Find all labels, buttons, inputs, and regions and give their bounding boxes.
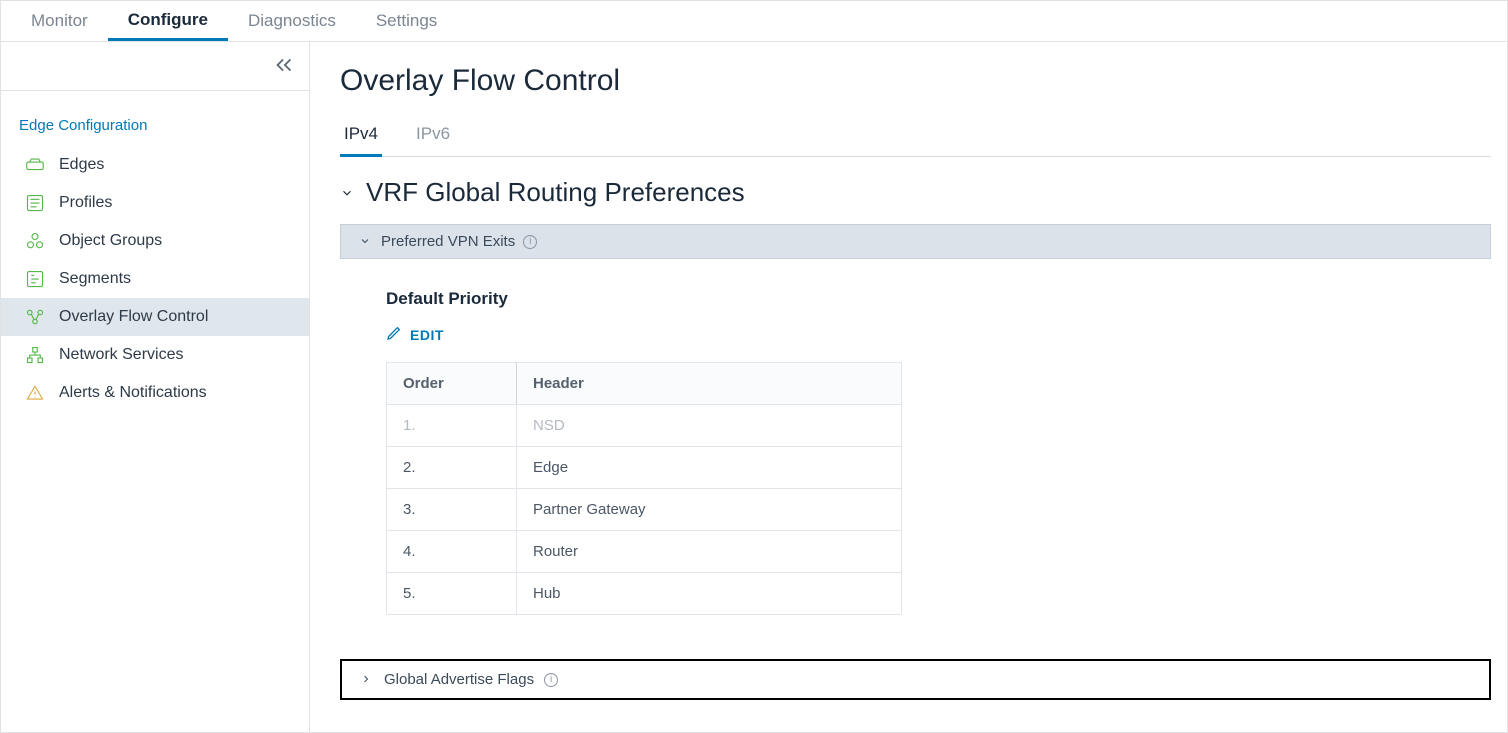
sidebar-item-network-services[interactable]: Network Services — [1, 336, 309, 374]
network-services-icon — [25, 346, 45, 364]
edit-label: EDIT — [410, 327, 444, 343]
cell-header: Router — [517, 531, 902, 573]
sidebar-item-overlay-flow-control[interactable]: Overlay Flow Control — [1, 298, 309, 336]
tab-configure[interactable]: Configure — [108, 1, 228, 41]
sidebar-item-segments[interactable]: Segments — [1, 260, 309, 298]
priority-table: Order Header 1. NSD 2. Edge — [386, 362, 902, 615]
table-row: 3. Partner Gateway — [387, 489, 902, 531]
preferred-vpn-exits-content: Default Priority EDIT Order Header — [340, 259, 1491, 635]
cell-order: 1. — [387, 405, 517, 447]
info-icon[interactable]: i — [523, 235, 537, 249]
default-priority-label: Default Priority — [386, 289, 1445, 309]
table-row: 1. NSD — [387, 405, 902, 447]
global-advertise-flags-panel-header[interactable]: Global Advertise Flags i — [340, 659, 1491, 700]
panel-title: Global Advertise Flags — [384, 671, 534, 688]
sidebar-item-label: Object Groups — [59, 232, 162, 250]
sidebar-item-label: Alerts & Notifications — [59, 384, 207, 402]
sidebar: Edge Configuration Edges Profiles Object… — [1, 42, 310, 732]
cell-header: Partner Gateway — [517, 489, 902, 531]
tab-monitor[interactable]: Monitor — [11, 1, 108, 41]
overlay-flow-icon — [25, 308, 45, 326]
cell-header: Hub — [517, 573, 902, 615]
segments-icon — [25, 270, 45, 288]
sidebar-item-label: Edges — [59, 156, 104, 174]
tab-ipv4[interactable]: IPv4 — [340, 116, 382, 157]
edges-icon — [25, 158, 45, 172]
sidebar-item-label: Overlay Flow Control — [59, 308, 208, 326]
tab-ipv6[interactable]: IPv6 — [412, 116, 454, 156]
alerts-icon — [25, 384, 45, 402]
cell-order: 4. — [387, 531, 517, 573]
chevron-right-icon — [360, 673, 374, 687]
main-content: Overlay Flow Control IPv4 IPv6 VRF Globa… — [310, 42, 1507, 732]
edit-button[interactable]: EDIT — [386, 325, 444, 344]
cell-order: 2. — [387, 447, 517, 489]
panel-title: Preferred VPN Exits — [381, 233, 515, 250]
sidebar-item-object-groups[interactable]: Object Groups — [1, 222, 309, 260]
sidebar-item-label: Network Services — [59, 346, 183, 364]
table-row: 4. Router — [387, 531, 902, 573]
col-order: Order — [387, 363, 517, 405]
page-title: Overlay Flow Control — [340, 64, 1491, 98]
collapse-sidebar-icon[interactable] — [273, 54, 295, 81]
object-groups-icon — [25, 232, 45, 250]
chevron-down-icon — [340, 186, 354, 200]
table-row: 5. Hub — [387, 573, 902, 615]
tab-settings[interactable]: Settings — [356, 1, 457, 41]
cell-order: 3. — [387, 489, 517, 531]
sidebar-item-label: Profiles — [59, 194, 112, 212]
preferred-vpn-exits-panel-header[interactable]: Preferred VPN Exits i — [340, 224, 1491, 259]
sidebar-item-profiles[interactable]: Profiles — [1, 184, 309, 222]
sidebar-item-edges[interactable]: Edges — [1, 146, 309, 184]
col-header: Header — [517, 363, 902, 405]
cell-header: NSD — [517, 405, 902, 447]
pencil-icon — [386, 325, 402, 344]
sidebar-item-alerts[interactable]: Alerts & Notifications — [1, 374, 309, 412]
profiles-icon — [25, 194, 45, 212]
sidebar-section-title: Edge Configuration — [1, 90, 309, 146]
vrf-section-header[interactable]: VRF Global Routing Preferences — [340, 177, 1491, 208]
cell-header: Edge — [517, 447, 902, 489]
chevron-down-icon — [359, 235, 373, 249]
ip-version-tabs: IPv4 IPv6 — [340, 116, 1491, 157]
sidebar-item-label: Segments — [59, 270, 131, 288]
tab-diagnostics[interactable]: Diagnostics — [228, 1, 356, 41]
info-icon[interactable]: i — [544, 673, 558, 687]
cell-order: 5. — [387, 573, 517, 615]
section-header-label: VRF Global Routing Preferences — [366, 177, 745, 208]
top-tabs: Monitor Configure Diagnostics Settings — [1, 1, 1507, 42]
table-row: 2. Edge — [387, 447, 902, 489]
